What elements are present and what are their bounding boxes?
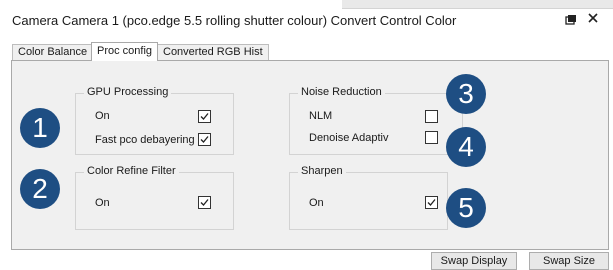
nlm-label: NLM bbox=[309, 110, 333, 122]
window-top-strip bbox=[342, 0, 613, 9]
swap-display-button[interactable]: Swap Display bbox=[431, 252, 517, 270]
callout-badge-1: 1 bbox=[20, 108, 60, 148]
color-refine-filter-title: Color Refine Filter bbox=[84, 165, 179, 177]
proc-config-panel: GPU Processing On Fast pco debayering No… bbox=[11, 60, 609, 250]
window-title: Camera Camera 1 (pco.edge 5.5 rolling sh… bbox=[12, 13, 457, 28]
noise-reduction-title: Noise Reduction bbox=[298, 86, 385, 98]
noise-reduction-group: Noise Reduction bbox=[289, 86, 463, 155]
restore-icon[interactable] bbox=[565, 14, 577, 26]
callout-badge-5: 5 bbox=[446, 188, 486, 228]
nlm-checkbox[interactable] bbox=[425, 110, 438, 123]
fast-debayering-label: Fast pco debayering bbox=[95, 134, 195, 146]
callout-badge-4: 4 bbox=[446, 127, 486, 167]
callout-badge-3: 3 bbox=[446, 74, 486, 114]
fast-debayering-checkbox[interactable] bbox=[198, 133, 211, 146]
color-refine-on-label: On bbox=[95, 197, 110, 209]
sharpen-on-label: On bbox=[309, 197, 324, 209]
gpu-on-label: On bbox=[95, 110, 110, 122]
gpu-processing-title: GPU Processing bbox=[84, 86, 172, 98]
swap-size-button[interactable]: Swap Size bbox=[529, 252, 609, 270]
tab-proc-config[interactable]: Proc config bbox=[91, 42, 159, 61]
denoise-adaptiv-label: Denoise Adaptiv bbox=[309, 132, 389, 144]
tab-converted-rgb-hist[interactable]: Converted RGB Hist bbox=[157, 44, 269, 60]
gpu-on-checkbox[interactable] bbox=[198, 110, 211, 123]
tab-color-balance[interactable]: Color Balance bbox=[12, 44, 94, 60]
sharpen-on-checkbox[interactable] bbox=[425, 196, 438, 209]
denoise-adaptiv-checkbox[interactable] bbox=[425, 131, 438, 144]
callout-badge-2: 2 bbox=[20, 169, 60, 209]
sharpen-title: Sharpen bbox=[298, 165, 346, 177]
color-refine-on-checkbox[interactable] bbox=[198, 196, 211, 209]
close-icon[interactable] bbox=[586, 11, 600, 25]
